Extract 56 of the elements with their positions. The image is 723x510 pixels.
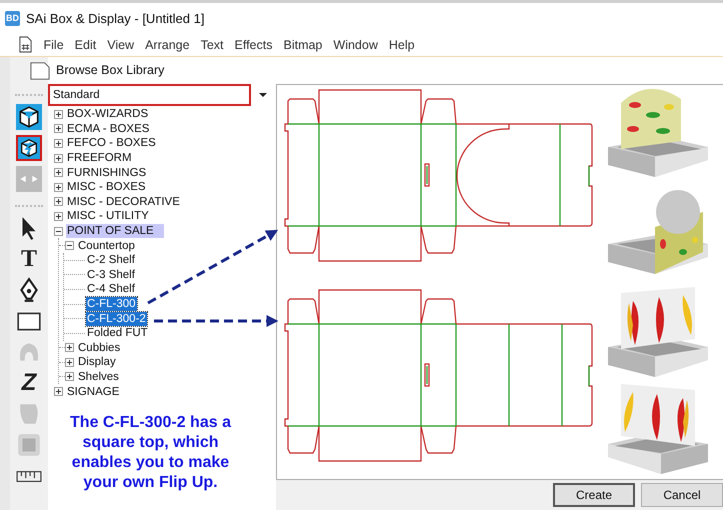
menu-item[interactable]: Bitmap [278, 38, 328, 52]
expand-toggle[interactable] [54, 110, 63, 119]
create-button[interactable]: Create [553, 483, 635, 507]
menu-item[interactable]: View [102, 38, 140, 52]
menu-item[interactable]: Text [195, 38, 229, 52]
tree-item[interactable]: BOX-WIZARDS [66, 107, 150, 122]
menu-item[interactable]: Window [328, 38, 384, 52]
note-text: The C-FL-300-2 has a square top, which enables you to make your own Flip Up. [69, 412, 232, 493]
tree-item[interactable]: Countertop [77, 238, 136, 253]
expand-toggle[interactable] [54, 138, 63, 148]
tree-item[interactable]: C-FL-300 [86, 297, 137, 312]
expand-toggle[interactable] [54, 168, 63, 178]
box-plus-tool[interactable] [16, 104, 42, 130]
menu-item[interactable]: Arrange [140, 38, 196, 52]
document-icon[interactable] [18, 36, 33, 53]
tree-item[interactable]: C-4 Shelf [86, 282, 136, 296]
expand-toggle[interactable] [54, 226, 63, 236]
expand-toggle[interactable] [54, 154, 63, 163]
box-bolt-tool[interactable] [16, 135, 42, 161]
tree-item[interactable]: ECMA - BOXES [66, 122, 150, 136]
menu-item[interactable]: Effects [229, 38, 278, 52]
cancel-button[interactable]: Cancel [641, 483, 723, 507]
expand-toggle[interactable] [54, 182, 63, 192]
tree-item[interactable]: MISC - BOXES [66, 180, 147, 194]
text-tool[interactable]: T [16, 246, 42, 272]
tree-item[interactable]: Cubbies [77, 340, 122, 355]
tree-item[interactable]: FEFCO - BOXES [66, 136, 157, 150]
expand-toggle[interactable] [65, 241, 74, 250]
expand-toggle[interactable] [54, 124, 63, 134]
library-dropdown[interactable]: Standard [48, 84, 251, 106]
expand-toggle[interactable] [54, 197, 63, 206]
tree-item[interactable]: MISC - UTILITY [66, 209, 150, 224]
tree-item[interactable]: MISC - DECORATIVE [66, 194, 181, 209]
expand-toggle[interactable] [65, 343, 74, 352]
expand-toggle[interactable] [65, 372, 74, 382]
menu-item[interactable]: Edit [69, 38, 102, 52]
tree-item[interactable]: SIGNAGE [66, 384, 120, 399]
tree-item[interactable]: FURNISHINGS [66, 166, 148, 180]
tree-item[interactable]: Folded FUT [86, 326, 149, 340]
dialog-title: Browse Box Library [55, 62, 166, 79]
expand-toggle[interactable] [54, 212, 63, 221]
tree-item[interactable]: C-2 Shelf [86, 253, 136, 268]
zigzag-tool[interactable]: Z [16, 370, 42, 396]
tree-item[interactable]: Shelves [77, 370, 120, 384]
tree-item[interactable]: Display [77, 355, 117, 370]
expand-toggle[interactable] [54, 387, 63, 396]
window-title: SAi Box & Display - [Untitled 1] [26, 10, 204, 26]
menu-item[interactable]: File [38, 38, 70, 52]
expand-toggle[interactable] [65, 358, 74, 367]
page-icon[interactable] [30, 61, 50, 81]
tree-item[interactable]: C-3 Shelf [86, 268, 136, 282]
tree-item[interactable]: FREEFORM [66, 151, 133, 166]
tree-item[interactable]: C-FL-300-2 [86, 312, 147, 326]
app-icon: BD [5, 10, 20, 26]
tree-item[interactable]: POINT OF SALE [66, 224, 164, 238]
menu-item[interactable]: Help [383, 38, 420, 52]
